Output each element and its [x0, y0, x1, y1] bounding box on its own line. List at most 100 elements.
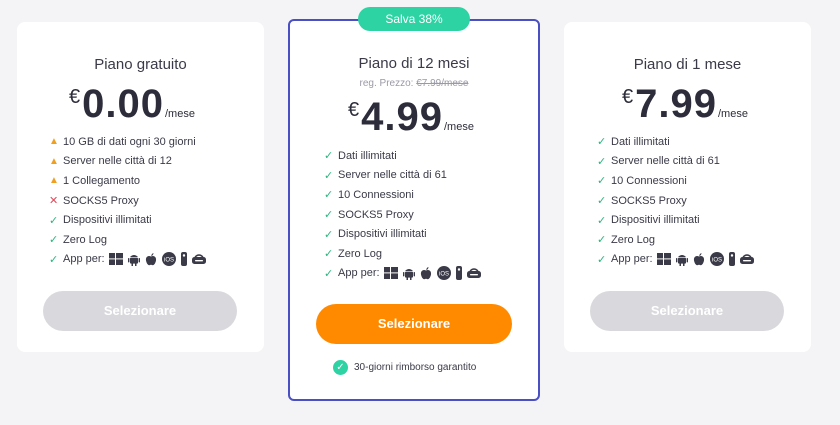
ios-icon: iOS	[161, 252, 176, 267]
check-icon: ✓	[597, 253, 607, 266]
check-icon: ✓	[324, 169, 334, 182]
feature-item: ▲ Server nelle città di 12	[49, 152, 206, 172]
check-icon: ✓	[324, 228, 334, 241]
select-button-12-months[interactable]: Selezionare	[316, 304, 512, 344]
check-icon: ✓	[597, 136, 607, 149]
feature-list: ✓ Dati illimitati ✓ Server nelle città di 6…	[324, 146, 481, 283]
check-icon: ✓	[49, 253, 59, 266]
refund-guarantee-text: 30-giorni rimborso garantito	[354, 362, 477, 373]
feature-item: ✓ Dati illimitati	[597, 132, 754, 152]
svg-text:iOS: iOS	[164, 258, 174, 264]
price-currency: €	[348, 99, 360, 121]
windows-icon	[656, 253, 671, 266]
feature-item: ✓ 10 Connessioni	[324, 185, 481, 205]
check-icon: ✓	[324, 150, 334, 163]
check-icon: ✓	[49, 214, 59, 227]
plan-price: € 0.00 /mese	[69, 84, 195, 124]
check-icon: ✓	[324, 189, 334, 202]
check-icon: ✓	[597, 195, 607, 208]
plan-price: € 4.99 /mese	[348, 97, 474, 137]
platform-icons: iOS	[383, 266, 481, 281]
select-button-free[interactable]: Selezionare	[43, 291, 237, 331]
plan-title: Piano gratuito	[94, 56, 187, 73]
feature-text: 1 Collegamento	[63, 174, 141, 187]
feature-text: Dispositivi illimitati	[338, 228, 427, 241]
feature-item: ✓ SOCKS5 Proxy	[597, 191, 754, 211]
feature-text: App per:	[611, 253, 653, 266]
android-icon	[402, 267, 415, 280]
price-currency: €	[69, 86, 81, 108]
check-icon: ✓	[597, 234, 607, 247]
feature-text: Dati illimitati	[611, 135, 670, 148]
feature-text: Zero Log	[338, 247, 383, 260]
android-icon	[127, 253, 140, 266]
price-period: /mese	[164, 108, 195, 120]
select-button-1-month[interactable]: Selezionare	[590, 291, 784, 331]
check-icon: ✓	[324, 209, 334, 222]
feature-text: Dispositivi illimitati	[611, 214, 700, 227]
feature-text: SOCKS5 Proxy	[611, 194, 687, 207]
platform-icons: iOS	[656, 252, 754, 267]
remote-icon	[728, 252, 735, 267]
feature-item: ✓ App per: iOS	[324, 264, 481, 284]
feature-text: App per:	[63, 253, 105, 266]
feature-text: Server nelle città di 61	[338, 169, 447, 182]
svg-text:iOS: iOS	[439, 272, 449, 278]
feature-item: ✓ Dispositivi illimitati	[324, 224, 481, 244]
check-circle-icon: ✓	[333, 360, 348, 375]
warning-icon: ▲	[49, 136, 59, 148]
feature-text: Zero Log	[611, 233, 656, 246]
save-badge: Salva 38%	[358, 7, 470, 31]
feature-text: Dati illimitati	[338, 149, 397, 162]
feature-text: Server nelle città di 61	[611, 155, 720, 168]
check-icon: ✓	[597, 155, 607, 168]
feature-item: ✓ SOCKS5 Proxy	[324, 205, 481, 225]
feature-text: SOCKS5 Proxy	[63, 194, 139, 207]
feature-item: ✓ App per: iOS	[49, 250, 206, 270]
android-icon	[675, 253, 688, 266]
price-period: /mese	[443, 121, 474, 133]
feature-item: ✓ Server nelle città di 61	[597, 152, 754, 172]
feature-item: ✓ Server nelle città di 61	[324, 166, 481, 186]
feature-item: ▲ 10 GB di dati ogni 30 giorni	[49, 132, 206, 152]
feature-item: ✕ SOCKS5 Proxy	[49, 191, 206, 211]
plan-card-free: Piano gratuito € 0.00 /mese ▲ 10 GB di da…	[17, 22, 264, 352]
feature-item: ✓ Zero Log	[49, 230, 206, 250]
feature-item: ✓ App per: iOS	[597, 250, 754, 270]
check-icon: ✓	[324, 248, 334, 261]
feature-list: ▲ 10 GB di dati ogni 30 giorni ▲ Server nel…	[49, 132, 206, 269]
regular-price: reg. Prezzo: €7.99/mese	[290, 78, 538, 89]
regular-price-label: reg. Prezzo:	[359, 78, 414, 89]
check-icon: ✓	[324, 267, 334, 280]
price-amount: 0.00	[82, 82, 164, 126]
feature-text: 10 GB di dati ogni 30 giorni	[63, 135, 196, 148]
ios-icon: iOS	[436, 266, 451, 281]
windows-icon	[383, 267, 398, 280]
price-currency: €	[622, 86, 634, 108]
feature-text: Dispositivi illimitati	[63, 214, 152, 227]
price-period: /mese	[717, 108, 748, 120]
refund-guarantee: ✓ 30-giorni rimborso garantito	[333, 360, 476, 375]
feature-text: App per:	[338, 267, 380, 280]
plan-card-12-months: Piano di 12 mesi reg. Prezzo: €7.99/mese…	[288, 19, 540, 401]
regular-price-value: €7.99/mese	[416, 78, 469, 89]
feature-list: ✓ Dati illimitati ✓ Server nelle città di 6…	[597, 132, 754, 269]
remote-icon	[180, 252, 187, 267]
feature-item: ✓ Dispositivi illimitati	[49, 210, 206, 230]
ios-icon: iOS	[709, 252, 724, 267]
x-icon: ✕	[49, 195, 59, 208]
feature-text: 10 Connessioni	[611, 174, 687, 187]
feature-item: ✓ Dati illimitati	[324, 146, 481, 166]
windows-icon	[108, 253, 123, 266]
router-icon	[466, 267, 481, 279]
remote-icon	[455, 266, 462, 281]
platform-icons: iOS	[108, 252, 206, 267]
check-icon: ✓	[597, 175, 607, 188]
price-amount: 4.99	[361, 95, 443, 139]
router-icon	[739, 253, 754, 265]
feature-text: Server nelle città di 12	[63, 155, 172, 168]
router-icon	[191, 253, 206, 265]
check-icon: ✓	[597, 214, 607, 227]
plan-price: € 7.99 /mese	[622, 84, 748, 124]
apple-icon	[420, 266, 432, 280]
